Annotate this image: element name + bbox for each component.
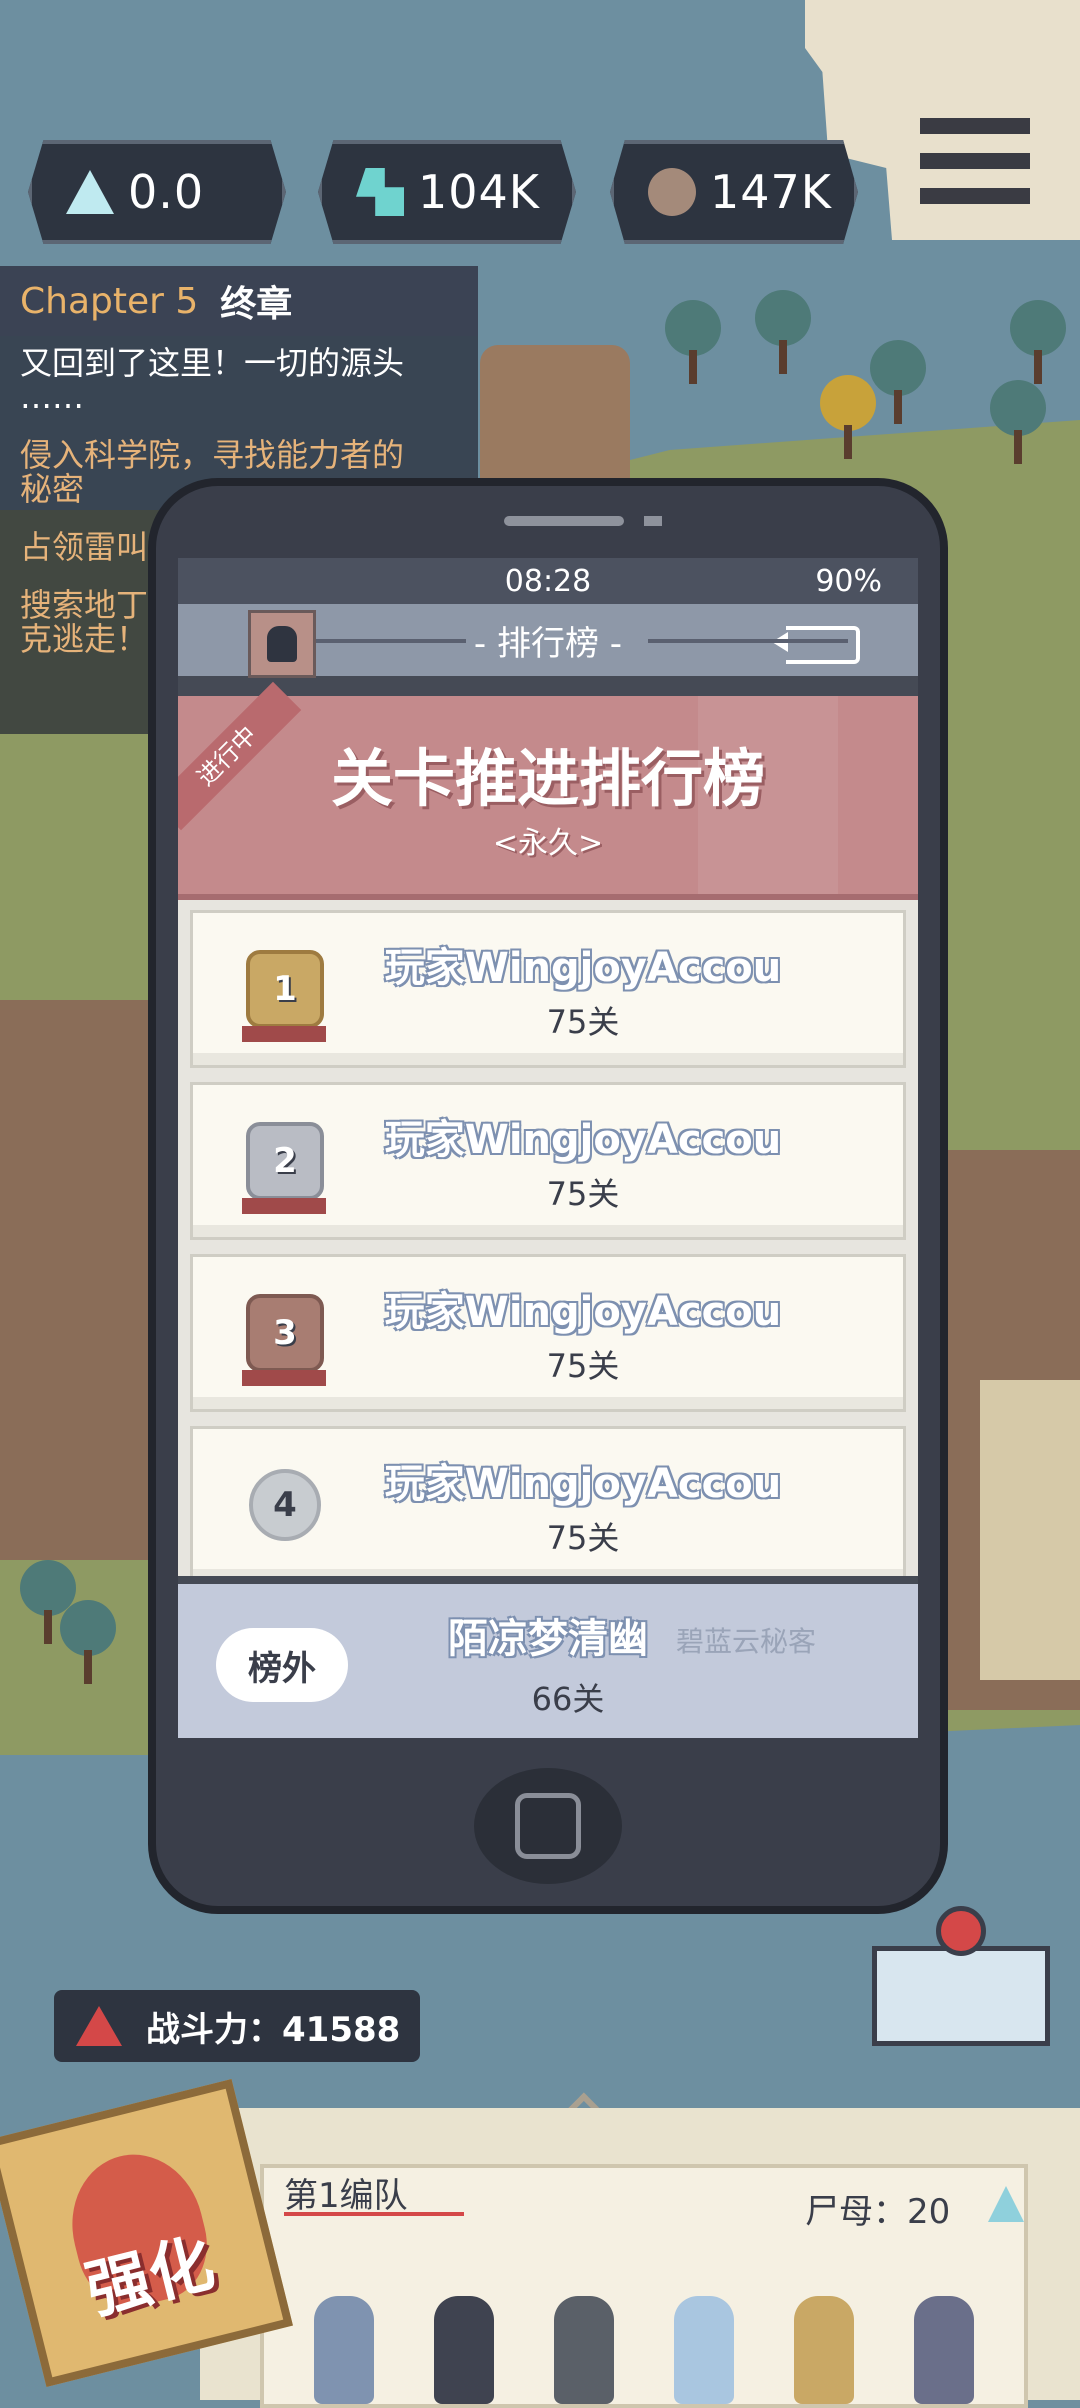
player-name: 玩家WingjoyAccou xyxy=(384,1117,782,1163)
world-map-button[interactable] xyxy=(872,1906,1050,2046)
chapter-number: Chapter 5 xyxy=(20,280,199,322)
quest-text: 又回到了这里！一切的源头 xyxy=(20,344,405,382)
player-name: 玩家WingjoyAccou xyxy=(384,1289,782,1335)
player-name: 玩家WingjoyAccou xyxy=(384,1461,782,1507)
resource-crystal[interactable]: 0.0 xyxy=(28,140,286,244)
player-level: 75关 xyxy=(546,1347,620,1385)
self-guild: 碧蓝云秘客 xyxy=(676,1625,817,1658)
back-icon[interactable] xyxy=(772,626,860,664)
tree xyxy=(755,290,811,374)
self-level: 66关 xyxy=(531,1680,605,1718)
chapter-name: 终章 xyxy=(220,284,293,325)
bronze-medal-icon: 3 xyxy=(242,1293,326,1386)
status-bar: 08:28 90% xyxy=(178,558,918,604)
resource-value: 0.0 xyxy=(128,165,205,219)
hamburger-line xyxy=(920,153,1030,169)
rank-number: 1 xyxy=(273,969,297,1009)
team-panel[interactable]: 第1编队 尸母：20 xyxy=(200,2108,1080,2408)
tree xyxy=(1010,300,1066,384)
player-level: 75关 xyxy=(546,1003,620,1041)
sand-area xyxy=(980,1380,1080,1680)
avatar-face xyxy=(267,626,297,662)
tree xyxy=(870,340,926,424)
combat-power: 战斗力：41588 xyxy=(54,1990,420,2062)
brain-icon xyxy=(648,168,696,216)
team-unit[interactable] xyxy=(314,2296,374,2404)
quest-text: 侵入科学院，寻找能力者的 xyxy=(20,436,405,474)
rank-row[interactable]: 1 玩家WingjoyAccou 75关 xyxy=(190,910,906,1068)
divider xyxy=(178,676,918,696)
leaderboard-banner: 进行中 关卡推进排行榜 <永久> xyxy=(178,681,918,900)
phone-speaker xyxy=(504,516,624,526)
quest-text: 占领雷叫 xyxy=(20,528,149,566)
phone-camera xyxy=(644,516,662,526)
leaderboard-phone: 08:28 90% - 排行榜 - 进行中 关卡推进排行榜 <永久> 1 玩家W… xyxy=(148,478,948,1914)
status-ribbon: 进行中 xyxy=(178,681,302,831)
page-title: - 排行榜 - xyxy=(465,615,631,665)
team-underline xyxy=(284,2212,464,2216)
team-unit[interactable] xyxy=(674,2296,734,2404)
silver-medal-icon: 2 xyxy=(242,1121,326,1214)
team-unit[interactable] xyxy=(554,2296,614,2404)
crystal-icon xyxy=(66,168,114,216)
board-subtitle: <永久> xyxy=(492,826,604,861)
status-battery: 90% xyxy=(815,564,882,599)
rank-row[interactable]: 2 玩家WingjoyAccou 75关 xyxy=(190,1082,906,1240)
resource-brains[interactable]: 147K xyxy=(610,140,858,244)
dirt-patch xyxy=(480,345,630,495)
team-unit[interactable] xyxy=(434,2296,494,2404)
quest-header: Chapter 5 终章 xyxy=(0,266,478,336)
team-unit[interactable] xyxy=(914,2296,974,2404)
gem-cluster-icon xyxy=(356,168,404,216)
rank-number: 2 xyxy=(273,1141,297,1181)
resource-gems[interactable]: 104K xyxy=(318,140,576,244)
gold-medal-icon: 1 xyxy=(242,949,326,1042)
map-icon xyxy=(872,1946,1050,2046)
resource-value: 147K xyxy=(710,165,832,219)
tree-yellow xyxy=(820,375,876,459)
player-level: 75关 xyxy=(546,1175,620,1213)
self-rank-row[interactable]: 榜外 陌凉梦清幽 碧蓝云秘客 66关 xyxy=(178,1576,918,1738)
team-unit[interactable] xyxy=(794,2296,854,2404)
hamburger-line xyxy=(920,188,1030,204)
rank-list[interactable]: 1 玩家WingjoyAccou 75关 2 玩家WingjoyAccou 75… xyxy=(178,900,918,1584)
tree xyxy=(990,380,1046,464)
rank-row[interactable]: 3 玩家WingjoyAccou 75关 xyxy=(190,1254,906,1412)
tree xyxy=(665,300,721,384)
crystal-icon xyxy=(988,2186,1024,2222)
board-title: 关卡推进排行榜 xyxy=(330,742,765,815)
rank-number: 3 xyxy=(273,1313,297,1353)
tree xyxy=(60,1600,116,1684)
combat-power-label: 战斗力：41588 xyxy=(146,2009,401,2050)
self-name: 陌凉梦清幽 xyxy=(448,1616,648,1662)
player-level: 75关 xyxy=(546,1519,620,1557)
player-name: 玩家WingjoyAccou xyxy=(384,945,782,991)
phone-screen: 08:28 90% - 排行榜 - 进行中 关卡推进排行榜 <永久> 1 玩家W… xyxy=(178,558,918,1738)
menu-button[interactable] xyxy=(920,118,1030,204)
title-bar: - 排行榜 - xyxy=(178,604,918,678)
rank-circle-icon: 4 xyxy=(245,1465,325,1545)
status-time: 08:28 xyxy=(504,564,592,599)
quest-item[interactable]: 又回到了这里！一切的源头 …… xyxy=(20,346,460,414)
home-square-icon xyxy=(515,1793,581,1859)
corpse-count: 尸母：20 xyxy=(805,2192,951,2232)
phone-home-button[interactable] xyxy=(474,1768,622,1884)
avatar[interactable] xyxy=(248,610,316,678)
warning-icon xyxy=(76,2006,122,2046)
rank-number: 4 xyxy=(273,1485,297,1525)
self-rank-badge: 榜外 xyxy=(216,1628,348,1702)
hamburger-line xyxy=(920,118,1030,134)
resource-value: 104K xyxy=(418,165,540,219)
map-pin-icon xyxy=(936,1906,986,1956)
rank-row[interactable]: 4 玩家WingjoyAccou 75关 xyxy=(190,1426,906,1584)
quest-text: …… xyxy=(20,378,84,416)
team-label: 第1编队 xyxy=(284,2176,408,2216)
quest-text: 搜索地丁 xyxy=(20,586,149,624)
